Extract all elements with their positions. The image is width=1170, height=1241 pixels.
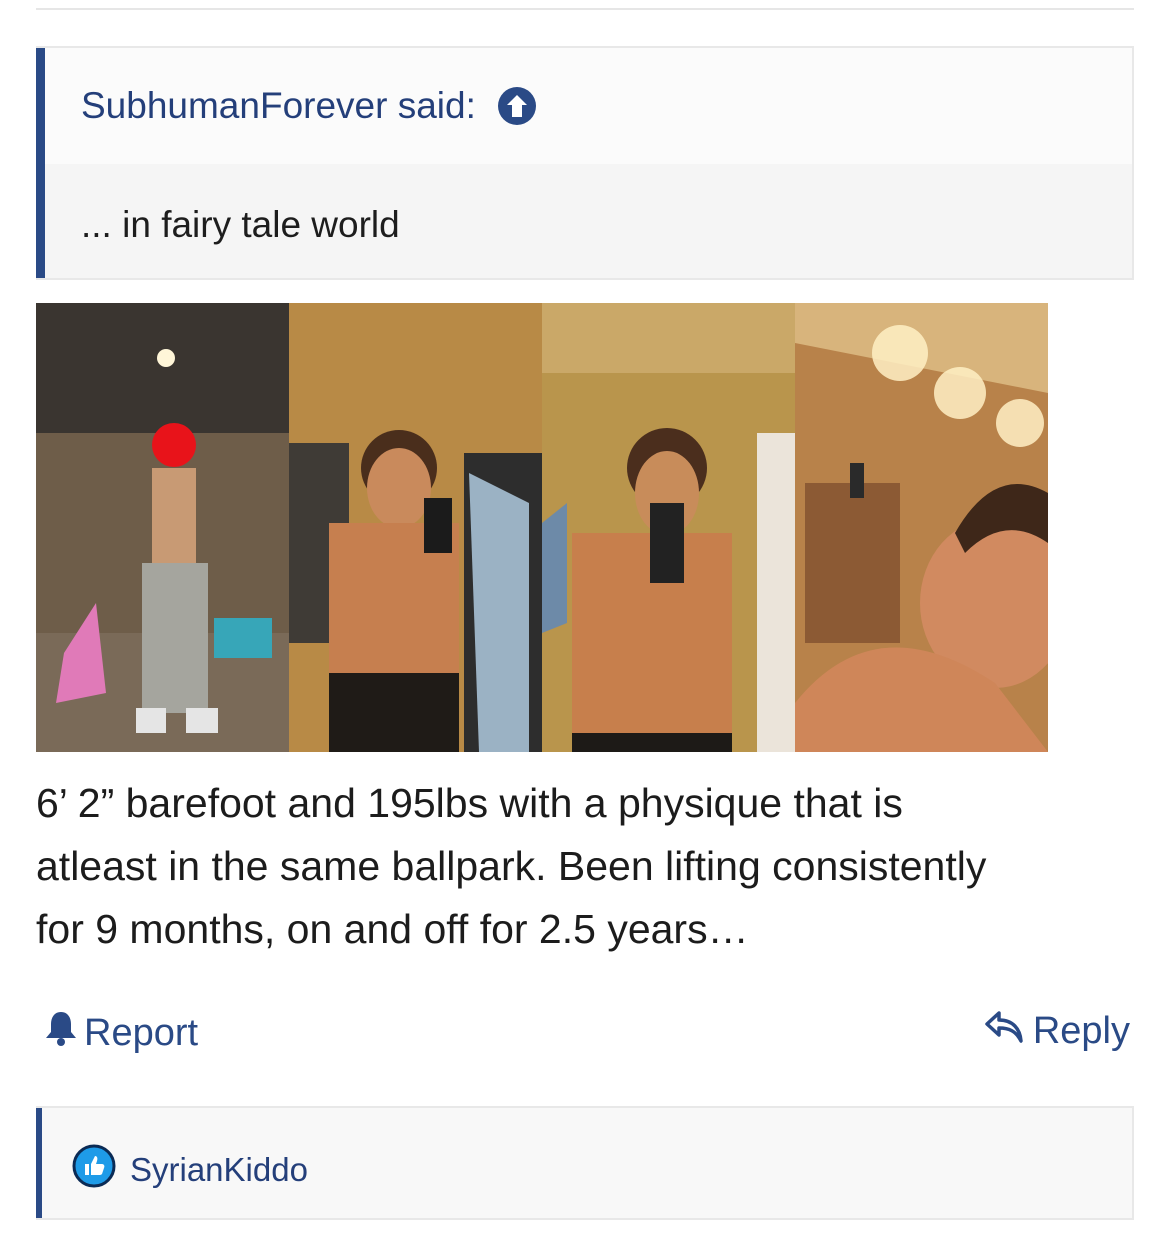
quote-author[interactable]: SubhumanForever said:: [81, 85, 476, 127]
top-divider: [36, 8, 1134, 10]
report-label: Report: [84, 1011, 199, 1054]
reply-button[interactable]: Reply: [985, 1010, 1130, 1053]
photo-bathroom-selfie[interactable]: [795, 303, 1048, 752]
report-button[interactable]: Report: [44, 1010, 198, 1056]
photo-gallery: [36, 303, 1049, 752]
post-line: 6’ 2” barefoot and 195lbs with a physiqu…: [36, 780, 903, 826]
post-line: atleast in the same ballpark. Been lifti…: [36, 843, 987, 889]
quote-text: ... in fairy tale world: [81, 204, 400, 245]
photo-basement-gym[interactable]: [36, 303, 289, 752]
arrow-up-circle-icon[interactable]: [497, 87, 536, 125]
next-post-username: SyrianKiddo: [130, 1151, 308, 1188]
next-post-user[interactable]: SyrianKiddo: [72, 1144, 308, 1196]
reply-arrow-icon: [985, 1010, 1033, 1053]
quote-block: SubhumanForever said: ... in fairy tale …: [36, 46, 1134, 280]
photo-mirror-selfie-front[interactable]: [542, 303, 795, 752]
quote-accent-bar: [36, 48, 45, 278]
next-post-accent-bar: [36, 1108, 42, 1218]
reply-label: Reply: [1032, 1010, 1130, 1052]
post-line: for 9 months, on and off for 2.5 years…: [36, 906, 749, 952]
thumbs-up-icon: [72, 1144, 130, 1196]
post-message: 6’ 2” barefoot and 195lbs with a physiqu…: [36, 772, 1136, 961]
photo-mirror-selfie-side[interactable]: [289, 303, 542, 752]
quote-header: SubhumanForever said:: [45, 48, 1132, 164]
bell-icon: [44, 1010, 84, 1056]
next-post-header: SyrianKiddo: [36, 1106, 1134, 1220]
